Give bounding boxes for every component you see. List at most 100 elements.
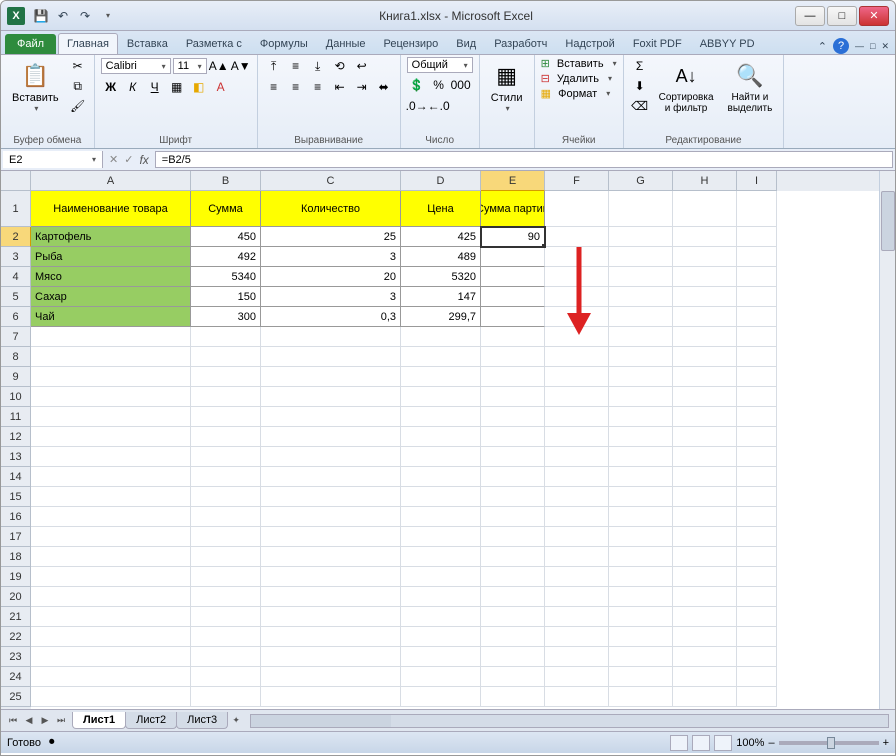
row-header-12[interactable]: 12 (1, 427, 31, 447)
sort-filter-button[interactable]: A↓ Сортировка и фильтр (654, 57, 719, 117)
cell-F23[interactable] (545, 647, 609, 667)
cell-H20[interactable] (673, 587, 737, 607)
cell-I18[interactable] (737, 547, 777, 567)
bold-button[interactable]: Ж (101, 78, 121, 96)
cell-H8[interactable] (673, 347, 737, 367)
fx-icon[interactable]: fx (139, 153, 148, 167)
cell-F22[interactable] (545, 627, 609, 647)
cell-E24[interactable] (481, 667, 545, 687)
tab-надстрой[interactable]: Надстрой (556, 33, 623, 54)
col-header-G[interactable]: G (609, 171, 673, 191)
cell-B20[interactable] (191, 587, 261, 607)
cell-I10[interactable] (737, 387, 777, 407)
cell-I1[interactable] (737, 191, 777, 227)
row-header-19[interactable]: 19 (1, 567, 31, 587)
cell-C12[interactable] (261, 427, 401, 447)
fill-handle[interactable] (541, 243, 545, 247)
cell-C5[interactable]: 3 (261, 287, 401, 307)
cell-A9[interactable] (31, 367, 191, 387)
cell-B15[interactable] (191, 487, 261, 507)
cell-F18[interactable] (545, 547, 609, 567)
cell-A15[interactable] (31, 487, 191, 507)
cell-F21[interactable] (545, 607, 609, 627)
cell-I16[interactable] (737, 507, 777, 527)
zoom-slider[interactable] (779, 741, 879, 745)
cell-D7[interactable] (401, 327, 481, 347)
cell-B2[interactable]: 450 (191, 227, 261, 247)
cell-F13[interactable] (545, 447, 609, 467)
cell-E16[interactable] (481, 507, 545, 527)
cell-F10[interactable] (545, 387, 609, 407)
font-color-button[interactable]: A (211, 78, 231, 96)
cell-B17[interactable] (191, 527, 261, 547)
close-button[interactable]: ✕ (859, 6, 889, 26)
cell-E20[interactable] (481, 587, 545, 607)
sheet-nav-first[interactable]: ⏮ (5, 713, 21, 729)
format-painter-button[interactable]: 🖌 (68, 97, 88, 115)
cell-H11[interactable] (673, 407, 737, 427)
sheet-tab-Лист3[interactable]: Лист3 (176, 712, 228, 729)
cell-E3[interactable] (481, 247, 545, 267)
cell-G21[interactable] (609, 607, 673, 627)
cell-A11[interactable] (31, 407, 191, 427)
row-header-14[interactable]: 14 (1, 467, 31, 487)
cell-I21[interactable] (737, 607, 777, 627)
cell-H22[interactable] (673, 627, 737, 647)
file-tab[interactable]: Файл (5, 34, 56, 54)
cell-H9[interactable] (673, 367, 737, 387)
cell-I14[interactable] (737, 467, 777, 487)
cell-G19[interactable] (609, 567, 673, 587)
doc-close-icon[interactable]: ✕ (881, 41, 889, 52)
align-bottom-button[interactable]: ⤓ (308, 57, 328, 75)
cell-E14[interactable] (481, 467, 545, 487)
cell-G1[interactable] (609, 191, 673, 227)
doc-restore-icon[interactable]: □ (870, 41, 875, 51)
cell-H1[interactable] (673, 191, 737, 227)
cell-I11[interactable] (737, 407, 777, 427)
row-header-15[interactable]: 15 (1, 487, 31, 507)
qat-more-icon[interactable]: ▾ (97, 6, 117, 26)
zoom-slider-thumb[interactable] (827, 737, 835, 749)
cell-E23[interactable] (481, 647, 545, 667)
cell-C3[interactable]: 3 (261, 247, 401, 267)
cell-G25[interactable] (609, 687, 673, 707)
cell-I2[interactable] (737, 227, 777, 247)
cell-D2[interactable]: 425 (401, 227, 481, 247)
cell-D20[interactable] (401, 587, 481, 607)
row-header-2[interactable]: 2 (1, 227, 31, 247)
save-button[interactable]: 💾 (31, 6, 51, 26)
col-header-I[interactable]: I (737, 171, 777, 191)
tab-foxit pdf[interactable]: Foxit PDF (624, 33, 691, 54)
hscroll-thumb[interactable] (251, 715, 391, 727)
cell-E17[interactable] (481, 527, 545, 547)
grow-font-button[interactable]: A▲ (209, 57, 229, 75)
select-all-corner[interactable] (1, 171, 31, 191)
cell-G23[interactable] (609, 647, 673, 667)
cell-B14[interactable] (191, 467, 261, 487)
col-header-D[interactable]: D (401, 171, 481, 191)
cell-B18[interactable] (191, 547, 261, 567)
row-header-25[interactable]: 25 (1, 687, 31, 707)
cell-E21[interactable] (481, 607, 545, 627)
cell-A4[interactable]: Мясо (31, 267, 191, 287)
cell-D3[interactable]: 489 (401, 247, 481, 267)
cell-G10[interactable] (609, 387, 673, 407)
cell-I6[interactable] (737, 307, 777, 327)
cell-B23[interactable] (191, 647, 261, 667)
underline-button[interactable]: Ч (145, 78, 165, 96)
format-cells-button[interactable]: ▦ Формат ▾ (541, 87, 611, 100)
row-header-7[interactable]: 7 (1, 327, 31, 347)
align-right-button[interactable]: ≡ (308, 78, 328, 96)
orientation-button[interactable]: ⟲ (330, 57, 350, 75)
cell-A8[interactable] (31, 347, 191, 367)
cell-F2[interactable] (545, 227, 609, 247)
cell-H2[interactable] (673, 227, 737, 247)
row-header-20[interactable]: 20 (1, 587, 31, 607)
cell-G2[interactable] (609, 227, 673, 247)
zoom-out-button[interactable]: – (768, 737, 774, 749)
cell-D1[interactable]: Цена (401, 191, 481, 227)
col-header-C[interactable]: C (261, 171, 401, 191)
cell-B25[interactable] (191, 687, 261, 707)
cell-H19[interactable] (673, 567, 737, 587)
cell-B9[interactable] (191, 367, 261, 387)
